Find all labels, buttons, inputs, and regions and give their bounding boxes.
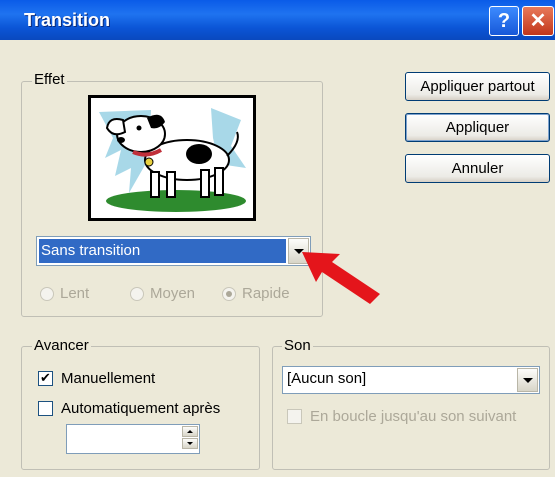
close-icon: ✕: [529, 10, 547, 32]
sound-dropdown-button[interactable]: [517, 368, 538, 392]
speed-medium-label: Moyen: [150, 285, 196, 302]
radio-icon: [130, 286, 144, 301]
spin-down-button[interactable]: [182, 438, 198, 449]
dropdown-arrow-icon: [522, 377, 533, 383]
window-title: Transition: [24, 10, 111, 30]
radio-icon: [40, 286, 54, 301]
help-button[interactable]: ?: [489, 6, 519, 36]
auto-checkbox[interactable]: Automatiquement après: [38, 400, 220, 417]
effect-legend: Effet: [32, 71, 67, 88]
down-arrow-icon: [187, 442, 193, 445]
checkbox-icon: [38, 401, 53, 416]
sound-dropdown[interactable]: [Aucun son]: [282, 366, 540, 394]
radio-selected-icon: [222, 286, 236, 301]
loop-label: En boucle jusqu'au son suivant: [310, 408, 517, 425]
window-border: [0, 40, 8, 477]
advance-legend: Avancer: [32, 337, 91, 354]
sound-selected-value: [Aucun son]: [287, 370, 367, 387]
red-pointer-arrow-icon: [302, 252, 380, 304]
checkbox-checked-icon: ✔: [38, 371, 53, 386]
manual-checkbox[interactable]: ✔ Manuellement: [38, 370, 155, 387]
close-button[interactable]: ✕: [522, 6, 554, 36]
spin-up-button[interactable]: [182, 426, 198, 437]
auto-time-spinner[interactable]: [66, 424, 200, 454]
speed-fast-radio[interactable]: Rapide: [222, 285, 290, 302]
cancel-button[interactable]: Annuler: [405, 154, 550, 183]
manual-label: Manuellement: [61, 370, 156, 387]
apply-all-button[interactable]: Appliquer partout: [405, 72, 550, 101]
title-bar: Transition ? ✕: [0, 0, 555, 40]
up-arrow-icon: [187, 430, 193, 433]
loop-checkbox[interactable]: En boucle jusqu'au son suivant: [287, 408, 516, 425]
effect-dropdown[interactable]: Sans transition: [36, 236, 311, 266]
sound-legend: Son: [282, 337, 313, 354]
effect-selected-value: Sans transition: [39, 239, 286, 263]
speed-slow-label: Lent: [60, 285, 90, 302]
checkbox-icon: [287, 409, 302, 424]
dog-clipart: [91, 98, 253, 218]
help-icon: ?: [497, 10, 511, 32]
auto-label: Automatiquement après: [61, 400, 221, 417]
apply-button[interactable]: Appliquer: [405, 113, 550, 142]
speed-fast-label: Rapide: [242, 285, 290, 302]
speed-slow-radio[interactable]: Lent: [40, 285, 89, 302]
speed-medium-radio[interactable]: Moyen: [130, 285, 195, 302]
transition-preview: [88, 95, 256, 221]
